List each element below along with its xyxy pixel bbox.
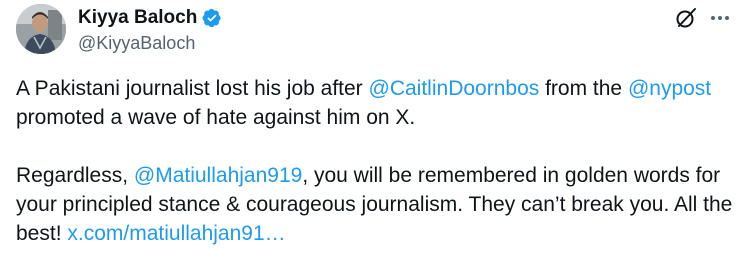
mention-link-matiullahjan919[interactable]: @Matiullahjan919 [134, 164, 302, 187]
tweet-paragraph-1: A Pakistani journalist lost his job afte… [16, 74, 736, 132]
author-name-text: Kiyya Baloch [78, 7, 198, 28]
tweet-text-segment: promoted a wave of hate against him on X… [16, 106, 416, 129]
tweet-text-segment: A Pakistani journalist lost his job afte… [16, 77, 369, 100]
url-link[interactable]: x.com/matiullahjan91… [67, 222, 285, 245]
tweet-text-segment: Regardless, [16, 164, 134, 187]
tweet-paragraph-2: Regardless, @Matiullahjan919, you will b… [16, 161, 736, 248]
author-name[interactable]: Kiyya Baloch [78, 6, 222, 30]
tweet-text-segment: from the [539, 77, 628, 100]
tweet-card: Kiyya Baloch @KiyyaBaloch A Pakistani jo… [0, 0, 750, 263]
tweet-text: A Pakistani journalist lost his job afte… [16, 74, 736, 248]
author-handle[interactable]: @KiyyaBaloch [78, 32, 195, 54]
avatar-photo [16, 4, 66, 54]
mention-link-caitlindoornbos[interactable]: @CaitlinDoornbos [369, 77, 540, 100]
verified-badge-icon [202, 8, 221, 28]
avatar[interactable] [16, 4, 66, 54]
more-options-icon[interactable] [708, 6, 732, 30]
mention-link-nypost[interactable]: @nypost [628, 77, 711, 100]
grok-icon[interactable] [674, 6, 698, 30]
